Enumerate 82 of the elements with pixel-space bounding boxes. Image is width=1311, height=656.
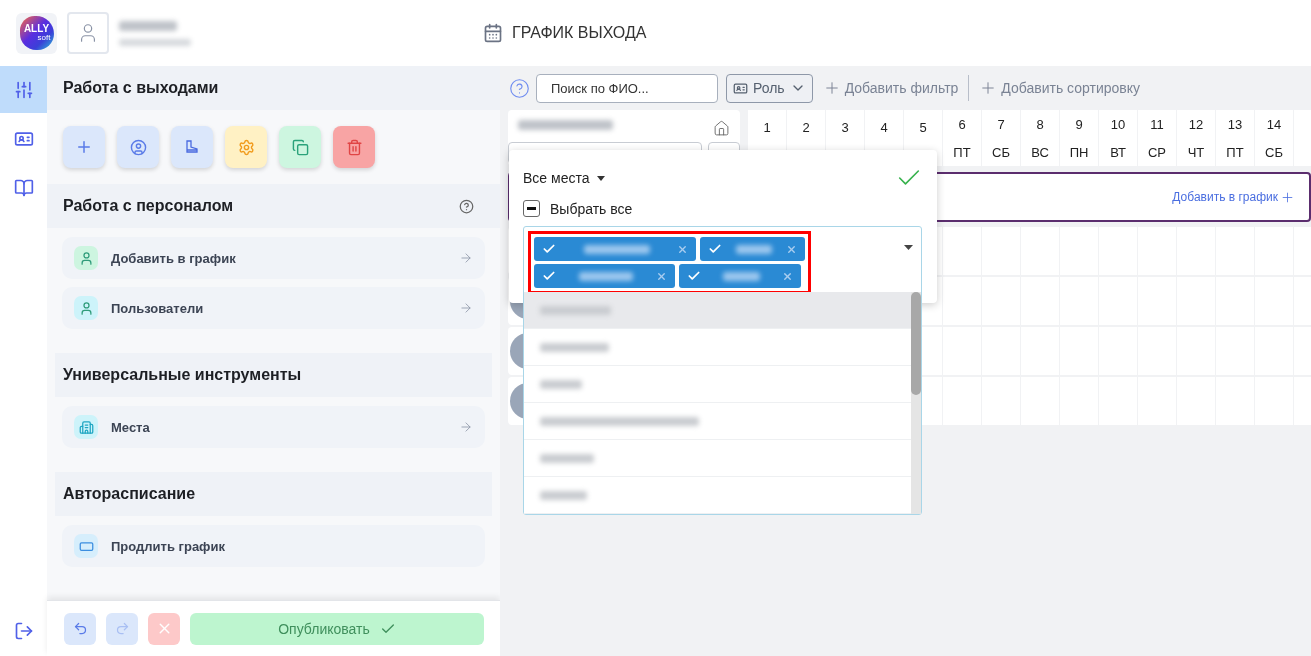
remove-icon[interactable] [782, 270, 793, 282]
checkbox[interactable] [523, 200, 540, 217]
page-title: ГРАФИК ВЫХОДА [512, 24, 647, 42]
settings-button[interactable] [225, 126, 267, 168]
check-icon [542, 242, 556, 256]
sliders-icon [13, 79, 34, 100]
menu-item[interactable]: Добавить в график [62, 237, 485, 279]
id-card-icon [733, 80, 748, 96]
check-icon [542, 269, 556, 283]
add-sort-button[interactable]: Добавить сортировку [975, 79, 1145, 97]
delete-button[interactable] [333, 126, 375, 168]
user-avatar[interactable] [67, 12, 109, 54]
redacted-text [540, 490, 587, 500]
caret-icon [597, 175, 606, 181]
cancel-button[interactable] [148, 612, 180, 645]
boot-button[interactable] [171, 126, 213, 168]
remove-icon[interactable] [656, 270, 667, 282]
role-filter[interactable]: Роль [726, 73, 813, 103]
checkbox-label: Выбрать все [550, 200, 633, 217]
section-title: Универсальные инструменты [63, 366, 302, 384]
copy-button[interactable] [279, 126, 321, 168]
redacted-text [540, 379, 582, 389]
day-header: 9 ПН [1060, 110, 1098, 166]
redacted-text [579, 271, 633, 281]
remove-icon[interactable] [786, 243, 797, 255]
day-header: 10 ВТ [1099, 110, 1137, 166]
undo-icon [72, 621, 88, 636]
home-icon[interactable] [713, 120, 730, 137]
redacted-text [540, 453, 594, 463]
redacted-text [583, 244, 650, 254]
redacted-text [722, 271, 761, 281]
redo-button[interactable] [106, 612, 138, 645]
redacted-text [736, 244, 772, 254]
selected-chip[interactable] [534, 264, 675, 288]
scope-dropdown[interactable]: Все места [523, 170, 606, 186]
multi-select[interactable] [523, 226, 922, 515]
day-header: 13 ПТ [1216, 110, 1254, 166]
caret-icon [904, 245, 913, 250]
trash-icon [345, 138, 363, 156]
day-header: 14 СБ [1255, 110, 1293, 166]
menu-item[interactable]: Пользователи [62, 287, 485, 329]
menu-item[interactable]: Продлить график [62, 525, 485, 567]
check-icon [687, 269, 701, 283]
section-title: Авторасписание [63, 485, 196, 503]
redacted-text [119, 20, 177, 31]
help-icon[interactable] [459, 198, 474, 214]
selected-chip[interactable] [700, 237, 805, 261]
menu-item[interactable]: Места [62, 406, 485, 448]
check-icon [708, 242, 722, 256]
settings-icon [237, 138, 255, 156]
add-to-schedule-link[interactable]: Добавить в график [1166, 188, 1301, 206]
add-button[interactable] [63, 126, 105, 168]
nav-button[interactable] [0, 66, 47, 113]
logout-icon [13, 620, 34, 641]
plus-icon [75, 138, 93, 156]
boot-icon [184, 139, 200, 155]
user-button[interactable] [117, 126, 159, 168]
day-header: 7 СБ [982, 110, 1020, 166]
search-field[interactable]: Поиск по ФИО... [536, 73, 718, 103]
section-title: Работа с выходами [63, 79, 219, 97]
redo-icon [114, 621, 130, 636]
scrollbar[interactable] [911, 292, 921, 514]
calendar-icon [483, 23, 503, 43]
day-header: 8 ВС [1021, 110, 1059, 166]
day-header: 11 СР [1138, 110, 1176, 166]
day-header: 12 ЧТ [1177, 110, 1215, 166]
plus-icon [1280, 189, 1295, 205]
redacted-text [119, 38, 191, 46]
help-icon[interactable] [509, 77, 530, 99]
book-icon [13, 177, 34, 198]
selected-chip[interactable] [679, 264, 801, 288]
add-filter-button[interactable]: Добавить фильтр [818, 79, 963, 97]
redacted-text [540, 305, 612, 315]
redacted-text [540, 342, 609, 352]
undo-button[interactable] [64, 612, 96, 645]
copy-icon [291, 138, 309, 156]
remove-icon[interactable] [677, 243, 688, 255]
section-title: Работа с персоналом [63, 197, 234, 215]
day-header: 6 ПТ [943, 110, 981, 166]
logo: ALLY soft [16, 12, 57, 54]
selected-chip[interactable] [534, 237, 696, 261]
user-icon [129, 138, 147, 156]
